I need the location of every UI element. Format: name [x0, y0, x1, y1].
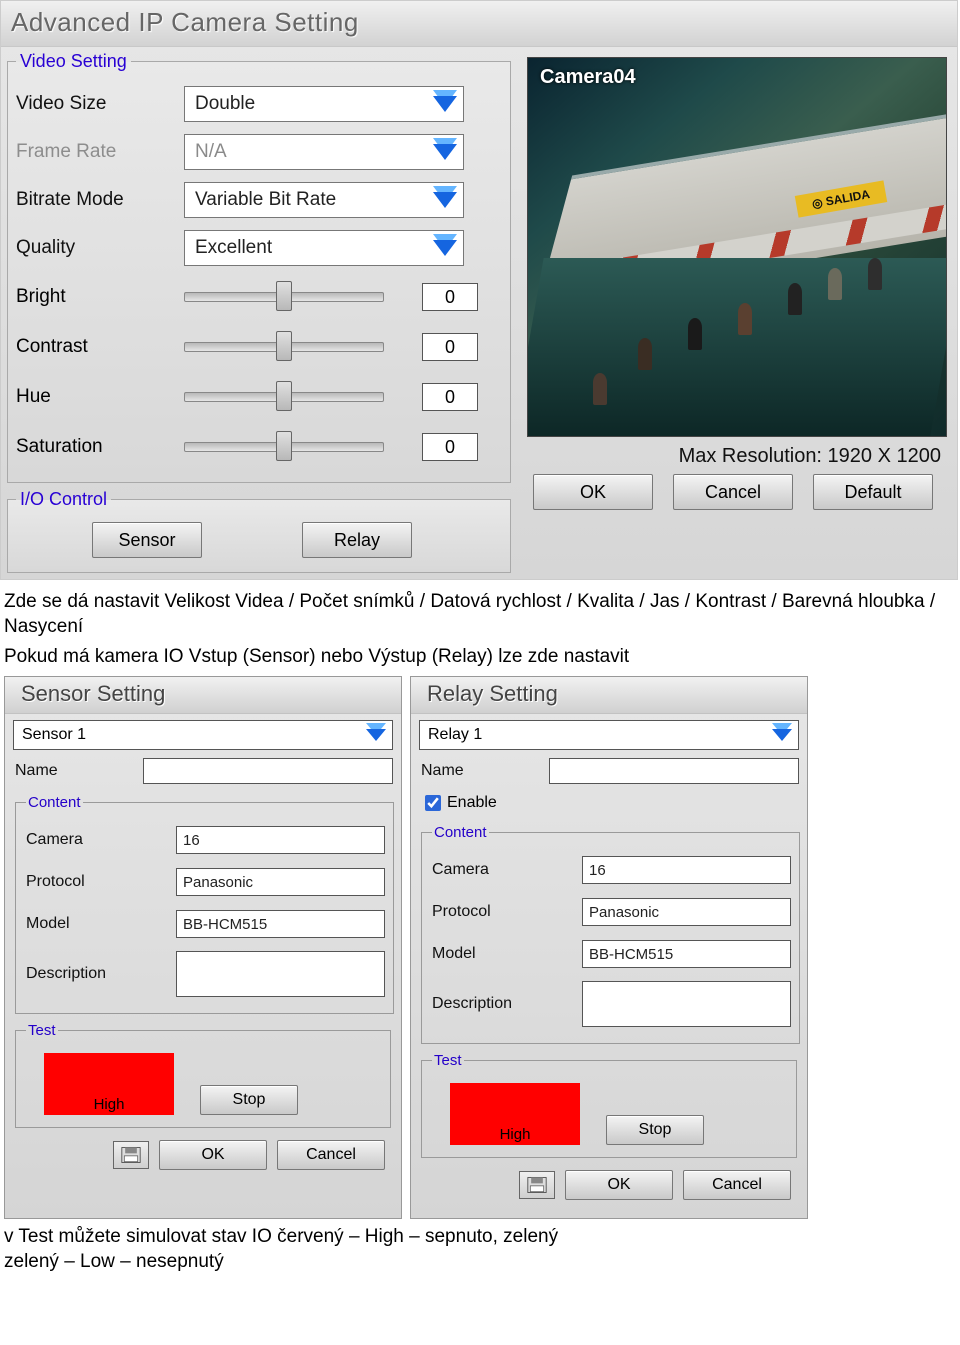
- hue-slider[interactable]: [184, 383, 384, 411]
- sensor-name-label: Name: [15, 762, 143, 780]
- sensor-protocol-value: Panasonic: [176, 868, 385, 896]
- video-setting-legend: Video Setting: [16, 51, 131, 72]
- chevron-down-icon: [772, 729, 792, 741]
- sensor-stop-button[interactable]: Stop: [200, 1085, 298, 1115]
- chevron-down-icon: [366, 729, 386, 741]
- relay-camera-label: Camera: [432, 861, 582, 879]
- bitrate-mode-dropdown[interactable]: Variable Bit Rate: [184, 182, 464, 218]
- bottom-paragraph-1: v Test můžete simulovat stav IO červený …: [4, 1225, 956, 1250]
- frame-rate-label: Frame Rate: [16, 141, 184, 163]
- adv-ip-camera-window: Advanced IP Camera Setting Video Setting…: [0, 0, 958, 580]
- ok-button[interactable]: OK: [533, 474, 653, 510]
- sensor-content-legend: Content: [26, 794, 83, 811]
- sensor-camera-label: Camera: [26, 831, 176, 849]
- relay-enable-label: Enable: [447, 794, 497, 812]
- relay-test-indicator: High: [450, 1083, 580, 1145]
- video-setting-group: Video Setting Video Size Double Frame Ra…: [7, 51, 511, 483]
- relay-camera-value: 16: [582, 856, 791, 884]
- bottom-paragraph-2: zelený – Low – nesepnutý: [4, 1250, 956, 1275]
- camera-preview: ◎ SALIDA Camera04: [527, 57, 947, 437]
- sensor-setting-dialog: Sensor Setting Sensor 1 Name Content Cam…: [4, 676, 402, 1219]
- default-button[interactable]: Default: [813, 474, 933, 510]
- quality-label: Quality: [16, 237, 184, 259]
- relay-setting-dialog: Relay Setting Relay 1 Name Enable Conten…: [410, 676, 808, 1219]
- relay-content-legend: Content: [432, 824, 489, 841]
- save-icon[interactable]: [113, 1141, 149, 1169]
- sensor-test-indicator: High: [44, 1053, 174, 1115]
- save-icon[interactable]: [519, 1171, 555, 1199]
- bitrate-mode-label: Bitrate Mode: [16, 189, 184, 211]
- relay-name-input[interactable]: [549, 758, 799, 784]
- bright-slider[interactable]: [184, 283, 384, 311]
- adv-title: Advanced IP Camera Setting: [1, 1, 957, 47]
- relay-title: Relay Setting: [411, 677, 807, 714]
- sensor-camera-value: 16: [176, 826, 385, 854]
- hue-value[interactable]: 0: [422, 383, 478, 411]
- relay-test-legend: Test: [432, 1052, 464, 1069]
- sensor-description-label: Description: [26, 965, 176, 983]
- sensor-description-input[interactable]: [176, 951, 385, 997]
- sensor-content-group: Content Camera 16 Protocol Panasonic Mod…: [15, 794, 394, 1014]
- sensor-model-label: Model: [26, 915, 176, 933]
- chevron-down-icon: [433, 192, 457, 208]
- chevron-down-icon: [433, 240, 457, 256]
- relay-content-group: Content Camera 16 Protocol Panasonic Mod…: [421, 824, 800, 1044]
- sensor-protocol-label: Protocol: [26, 873, 176, 891]
- sensor-ok-button[interactable]: OK: [159, 1140, 267, 1170]
- video-size-value: Double: [195, 93, 255, 115]
- quality-value: Excellent: [195, 237, 272, 259]
- contrast-value[interactable]: 0: [422, 333, 478, 361]
- bitrate-mode-value: Variable Bit Rate: [195, 189, 336, 211]
- relay-enable-checkbox[interactable]: [425, 795, 441, 811]
- relay-description-input[interactable]: [582, 981, 791, 1027]
- relay-select[interactable]: Relay 1: [419, 720, 799, 750]
- relay-stop-button[interactable]: Stop: [606, 1115, 704, 1145]
- camera-overlay-label: Camera04: [540, 66, 636, 89]
- relay-test-group: Test High Stop: [421, 1052, 797, 1158]
- chevron-down-icon: [433, 144, 457, 160]
- description-paragraph-1: Zde se dá nastavit Velikost Videa / Poče…: [0, 580, 960, 645]
- saturation-value[interactable]: 0: [422, 433, 478, 461]
- sensor-test-legend: Test: [26, 1022, 58, 1039]
- contrast-slider[interactable]: [184, 333, 384, 361]
- sensor-test-group: Test High Stop: [15, 1022, 391, 1128]
- sensor-name-input[interactable]: [143, 758, 393, 784]
- io-control-group: I/O Control Sensor Relay: [7, 489, 511, 573]
- relay-name-label: Name: [421, 762, 549, 780]
- relay-button[interactable]: Relay: [302, 522, 412, 558]
- relay-protocol-value: Panasonic: [582, 898, 791, 926]
- relay-protocol-label: Protocol: [432, 903, 582, 921]
- bright-value[interactable]: 0: [422, 283, 478, 311]
- quality-dropdown[interactable]: Excellent: [184, 230, 464, 266]
- video-size-label: Video Size: [16, 93, 184, 115]
- io-control-legend: I/O Control: [16, 489, 111, 510]
- sensor-select[interactable]: Sensor 1: [13, 720, 393, 750]
- description-paragraph-2: Pokud má kamera IO Vstup (Sensor) nebo V…: [0, 645, 960, 676]
- relay-model-value: BB-HCM515: [582, 940, 791, 968]
- sensor-select-value: Sensor 1: [22, 726, 86, 744]
- sensor-button[interactable]: Sensor: [92, 522, 202, 558]
- sensor-title: Sensor Setting: [5, 677, 401, 714]
- video-size-dropdown[interactable]: Double: [184, 86, 464, 122]
- relay-select-value: Relay 1: [428, 726, 482, 744]
- relay-ok-button[interactable]: OK: [565, 1170, 673, 1200]
- chevron-down-icon: [433, 96, 457, 112]
- cancel-button[interactable]: Cancel: [673, 474, 793, 510]
- max-resolution-label: Max Resolution: 1920 X 1200: [527, 437, 947, 468]
- frame-rate-dropdown[interactable]: N/A: [184, 134, 464, 170]
- saturation-label: Saturation: [16, 436, 184, 458]
- relay-cancel-button[interactable]: Cancel: [683, 1170, 791, 1200]
- saturation-slider[interactable]: [184, 433, 384, 461]
- sensor-cancel-button[interactable]: Cancel: [277, 1140, 385, 1170]
- contrast-label: Contrast: [16, 336, 184, 358]
- sensor-model-value: BB-HCM515: [176, 910, 385, 938]
- relay-model-label: Model: [432, 945, 582, 963]
- hue-label: Hue: [16, 386, 184, 408]
- bright-label: Bright: [16, 286, 184, 308]
- relay-description-label: Description: [432, 995, 582, 1013]
- frame-rate-value: N/A: [195, 141, 227, 163]
